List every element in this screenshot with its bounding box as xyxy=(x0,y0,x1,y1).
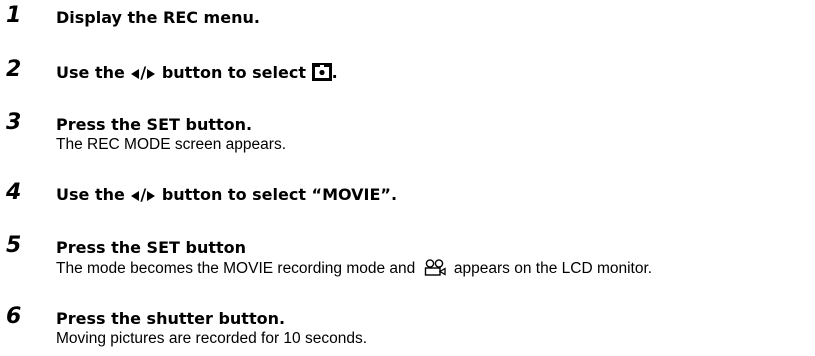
movie-camera-icon xyxy=(424,259,446,276)
step-title: Press the shutter button. xyxy=(56,309,286,328)
step-description-suffix: appears on the LCD monitor. xyxy=(453,260,653,277)
step-number: 3 xyxy=(6,110,22,135)
step-title-prefix: Use the xyxy=(56,63,125,82)
step-title: Press the SET button. xyxy=(56,115,253,134)
step-title: Use the / button to select . xyxy=(56,63,338,82)
step-title-prefix: Use the xyxy=(56,185,125,204)
step-number: 4 xyxy=(6,180,22,205)
step-description: The mode becomes the MOVIE recording mod… xyxy=(56,259,652,278)
step-title: Press the SET button xyxy=(56,238,247,257)
right-arrow-icon xyxy=(147,69,156,79)
left-arrow-icon xyxy=(131,191,140,201)
step-description: Moving pictures are recorded for 10 seco… xyxy=(56,330,368,347)
step-number: 5 xyxy=(6,233,22,258)
step-title-middle: button to select xyxy=(161,63,306,82)
step-title-suffix: button to select “MOVIE”. xyxy=(161,185,398,204)
step-title-suffix: . xyxy=(331,63,338,82)
left-arrow-icon xyxy=(131,69,140,79)
step-title: Display the REC menu. xyxy=(56,8,260,27)
step-number: 6 xyxy=(6,304,22,329)
step-description: The REC MODE screen appears. xyxy=(56,136,287,153)
still-camera-mode-icon xyxy=(311,63,332,81)
step-description-prefix: The mode becomes the MOVIE recording mod… xyxy=(56,260,416,277)
step-number: 2 xyxy=(6,57,22,82)
step-number: 1 xyxy=(6,3,22,28)
right-arrow-icon xyxy=(147,191,156,201)
step-title: Use the / button to select “MOVIE”. xyxy=(56,186,397,204)
